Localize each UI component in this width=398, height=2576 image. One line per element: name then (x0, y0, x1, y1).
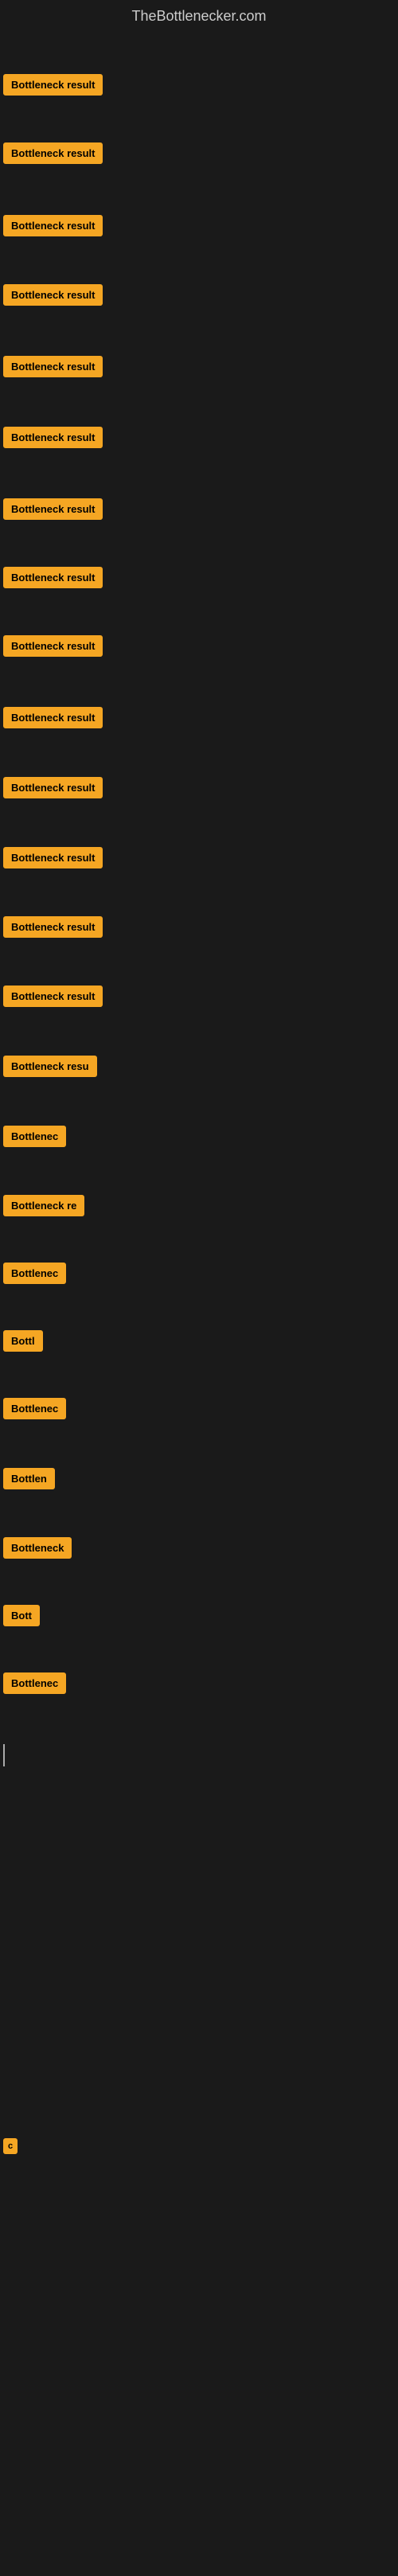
bottleneck-item-0[interactable]: Bottleneck result (3, 74, 103, 96)
page-wrapper: TheBottlenecker.com Bottleneck result Bot… (0, 0, 398, 2576)
cursor-line (3, 1744, 5, 1766)
bottleneck-item-12[interactable]: Bottleneck result (3, 916, 103, 938)
bottleneck-item-5[interactable]: Bottleneck result (3, 427, 103, 448)
bottleneck-item-8[interactable]: Bottleneck result (3, 635, 103, 657)
bottleneck-item-2[interactable]: Bottleneck result (3, 215, 103, 236)
site-title: TheBottlenecker.com (0, 0, 398, 29)
bottleneck-item-10[interactable]: Bottleneck result (3, 777, 103, 798)
bottleneck-item-1[interactable]: Bottleneck result (3, 142, 103, 164)
bottleneck-item-19[interactable]: Bottlenec (3, 1398, 66, 1419)
bottleneck-item-6[interactable]: Bottleneck result (3, 498, 103, 520)
bottleneck-item-17[interactable]: Bottlenec (3, 1263, 66, 1284)
bottleneck-item-18[interactable]: Bottl (3, 1330, 43, 1352)
bottleneck-item-4[interactable]: Bottleneck result (3, 356, 103, 377)
bottleneck-item-22[interactable]: Bott (3, 1605, 40, 1626)
bottleneck-item-14[interactable]: Bottleneck resu (3, 1056, 97, 1077)
small-badge[interactable]: c (3, 2138, 18, 2154)
bottleneck-item-16[interactable]: Bottleneck re (3, 1195, 84, 1216)
bottleneck-item-9[interactable]: Bottleneck result (3, 707, 103, 728)
bottleneck-item-11[interactable]: Bottleneck result (3, 847, 103, 868)
bottleneck-item-20[interactable]: Bottlen (3, 1468, 55, 1489)
bottleneck-item-21[interactable]: Bottleneck (3, 1537, 72, 1559)
bottleneck-item-7[interactable]: Bottleneck result (3, 567, 103, 588)
bottleneck-item-13[interactable]: Bottleneck result (3, 986, 103, 1007)
bottleneck-item-3[interactable]: Bottleneck result (3, 284, 103, 306)
bottleneck-item-15[interactable]: Bottlenec (3, 1126, 66, 1147)
bottleneck-item-23[interactable]: Bottlenec (3, 1672, 66, 1694)
